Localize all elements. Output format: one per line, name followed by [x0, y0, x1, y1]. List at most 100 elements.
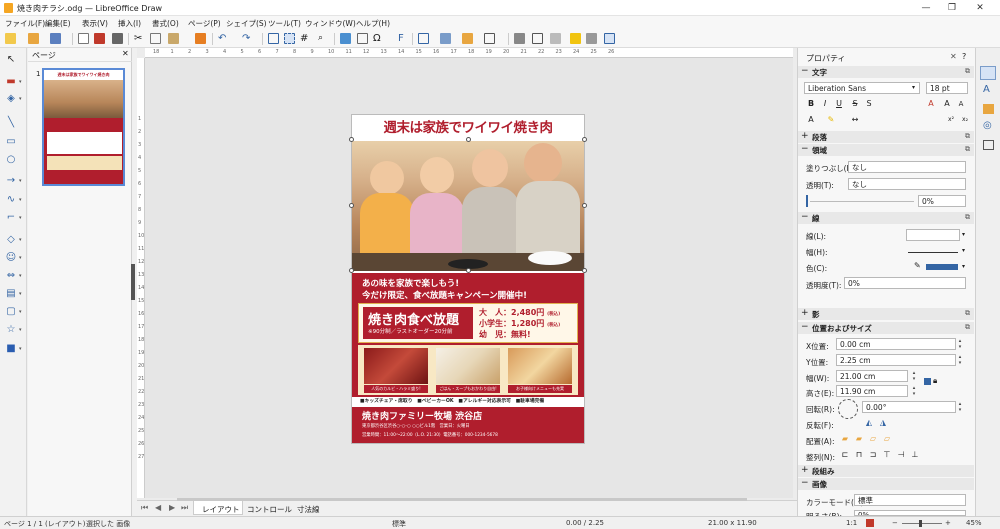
align-right-icon[interactable]: ⊐ [868, 450, 878, 460]
more-options-icon[interactable]: ⧉ [965, 309, 970, 318]
rotation-dial[interactable] [838, 399, 858, 419]
ellipse-tool-icon[interactable]: ○ [5, 154, 17, 166]
export-pdf-icon[interactable] [94, 33, 105, 44]
symbol-shapes-icon[interactable]: ☺ [5, 252, 17, 264]
menu-tools[interactable]: ツール(T) [268, 18, 301, 29]
menu-help[interactable]: ヘルプ(H) [356, 18, 390, 29]
insert-textbox-icon[interactable] [357, 33, 368, 44]
distribute-icon[interactable] [484, 33, 495, 44]
y-position-spinner[interactable]: ▴ ▾ [956, 354, 964, 366]
fill-color-dropdown-icon[interactable]: ▾ [19, 96, 23, 102]
selection-handle[interactable] [349, 268, 354, 273]
section-shadow[interactable]: + 影 ⧉ [798, 308, 974, 320]
shadow-icon[interactable] [514, 33, 525, 44]
transparency-select[interactable]: なし [848, 178, 966, 190]
menu-format[interactable]: 書式(O) [152, 18, 179, 29]
section-position-size[interactable]: − 位置およびサイズ ⧉ [798, 322, 974, 334]
menu-page[interactable]: ページ(P) [188, 18, 221, 29]
line-color-icon[interactable]: ▬ [5, 76, 17, 88]
section-paragraph[interactable]: + 段落 ⧉ [798, 131, 974, 143]
cut-icon[interactable]: ✂ [134, 33, 145, 44]
line-width-dropdown-icon[interactable]: ▾ [962, 247, 965, 254]
height-spinner[interactable]: ▴ ▾ [910, 385, 918, 397]
filter-icon[interactable] [550, 33, 561, 44]
flip-vertical-icon[interactable]: ◭ [864, 418, 874, 428]
flowchart-dropdown-icon[interactable]: ▾ [19, 291, 23, 297]
export-icon[interactable] [78, 33, 89, 44]
fill-select[interactable]: なし [848, 161, 966, 173]
zoom-out-icon[interactable]: − [892, 519, 898, 527]
font-name-dropdown-icon[interactable]: ▾ [912, 84, 915, 91]
align-left-icon[interactable]: ⊏ [840, 450, 850, 460]
fill-color-icon[interactable]: ◈ [5, 93, 17, 105]
points-icon[interactable] [570, 33, 581, 44]
send-back-icon[interactable]: ▱ [882, 434, 892, 444]
rectangle-tool-icon[interactable]: ▭ [5, 136, 17, 148]
line-style-select[interactable] [906, 229, 960, 241]
fontwork-icon[interactable]: F [398, 33, 409, 44]
tab-controls[interactable]: コントロール [247, 504, 292, 515]
flyer-lower-section[interactable]: あの味を家族で楽しもう! 今だけ限定、食べ放題キャンペーン開催中! 焼き肉食べ放… [352, 273, 584, 443]
crop-icon[interactable] [532, 33, 543, 44]
italic-icon[interactable]: I [820, 99, 830, 109]
menu-file[interactable]: ファイル(F) [5, 18, 45, 29]
first-tab-icon[interactable]: ⏮ [141, 503, 148, 513]
print-icon[interactable] [112, 33, 123, 44]
align-icon[interactable] [440, 33, 451, 44]
lock-ratio-icon[interactable]: 🔒︎ [933, 376, 937, 386]
line-width-preview[interactable] [908, 252, 958, 253]
menu-shape[interactable]: シェイプ(S) [226, 18, 267, 29]
symbol-shapes-dropdown-icon[interactable]: ▾ [19, 255, 23, 261]
insert-image-icon[interactable] [340, 33, 351, 44]
curve-dropdown-icon[interactable]: ▾ [19, 197, 23, 203]
section-image[interactable]: − 画像 [798, 478, 974, 490]
panel-collapse-handle[interactable] [131, 264, 135, 300]
basic-shapes-dropdown-icon[interactable]: ▾ [19, 237, 23, 243]
arrow-dropdown-icon[interactable]: ▾ [19, 178, 23, 184]
align-top-icon[interactable]: ⊤ [882, 450, 892, 460]
height-field[interactable]: 11.90 cm [836, 385, 908, 397]
status-zoom[interactable]: 45% [966, 519, 982, 527]
special-char-icon[interactable]: Ω [373, 33, 384, 44]
callouts-icon[interactable]: ▢ [5, 306, 17, 318]
last-tab-icon[interactable]: ⏭ [181, 503, 188, 513]
drawing-page[interactable]: 週末は家族でワイワイ焼き肉 あの味を家族で楽しもう! 今だけ限定、食べ放題キャン… [351, 114, 585, 444]
selection-handle[interactable] [349, 203, 354, 208]
gallery-deck-icon[interactable] [983, 104, 994, 114]
prev-tab-icon[interactable]: ◀ [155, 503, 161, 512]
bring-front-icon[interactable]: ▰ [840, 434, 850, 444]
more-options-icon[interactable]: ⧉ [965, 67, 970, 76]
strikethrough-icon[interactable]: S [850, 99, 860, 109]
connector-tool-icon[interactable]: ⌐ [5, 212, 17, 224]
styles-deck-icon[interactable]: A [983, 84, 990, 95]
line-color-dropdown-icon[interactable]: ▾ [19, 79, 23, 85]
redo-icon[interactable]: ↷ [242, 33, 253, 44]
section-character[interactable]: − 文字 ⧉ [798, 66, 974, 78]
bold-icon[interactable]: B [806, 99, 816, 109]
block-arrows-icon[interactable]: ⇔ [5, 270, 17, 282]
selection-handle[interactable] [466, 137, 471, 142]
line-color-pen-icon[interactable]: ✎ [914, 261, 921, 270]
selection-handle[interactable] [582, 268, 587, 273]
clear-formatting-icon[interactable]: A [926, 99, 936, 109]
open-icon[interactable] [28, 33, 39, 44]
page-thumbnail[interactable]: 週末は家族でワイワイ焼き肉 [42, 68, 125, 186]
select-icon[interactable]: ↖ [5, 54, 17, 66]
y-position-field[interactable]: 2.25 cm [836, 354, 956, 366]
highlight-color-icon[interactable]: ✎ [826, 115, 836, 125]
align-middle-icon[interactable]: ⊣ [896, 450, 906, 460]
send-backward-icon[interactable]: ▱ [868, 434, 878, 444]
more-options-icon[interactable]: ⧉ [965, 213, 970, 222]
rotation-field[interactable]: 0.00° [862, 401, 956, 413]
brightness-field[interactable]: 0% [854, 510, 966, 516]
font-name-box[interactable]: Liberation Sans [804, 82, 920, 94]
character-spacing-icon[interactable]: ↔ [850, 115, 860, 125]
grid-icon[interactable] [268, 33, 279, 44]
undo-icon[interactable]: ↶ [218, 33, 229, 44]
grow-font-icon[interactable]: A [942, 99, 952, 109]
transparency-pct-field[interactable]: 0% [918, 195, 966, 207]
connector-dropdown-icon[interactable]: ▾ [19, 215, 23, 221]
copy-icon[interactable] [150, 33, 161, 44]
selection-handle[interactable] [466, 268, 471, 273]
subscript-icon[interactable]: x₂ [960, 115, 970, 125]
